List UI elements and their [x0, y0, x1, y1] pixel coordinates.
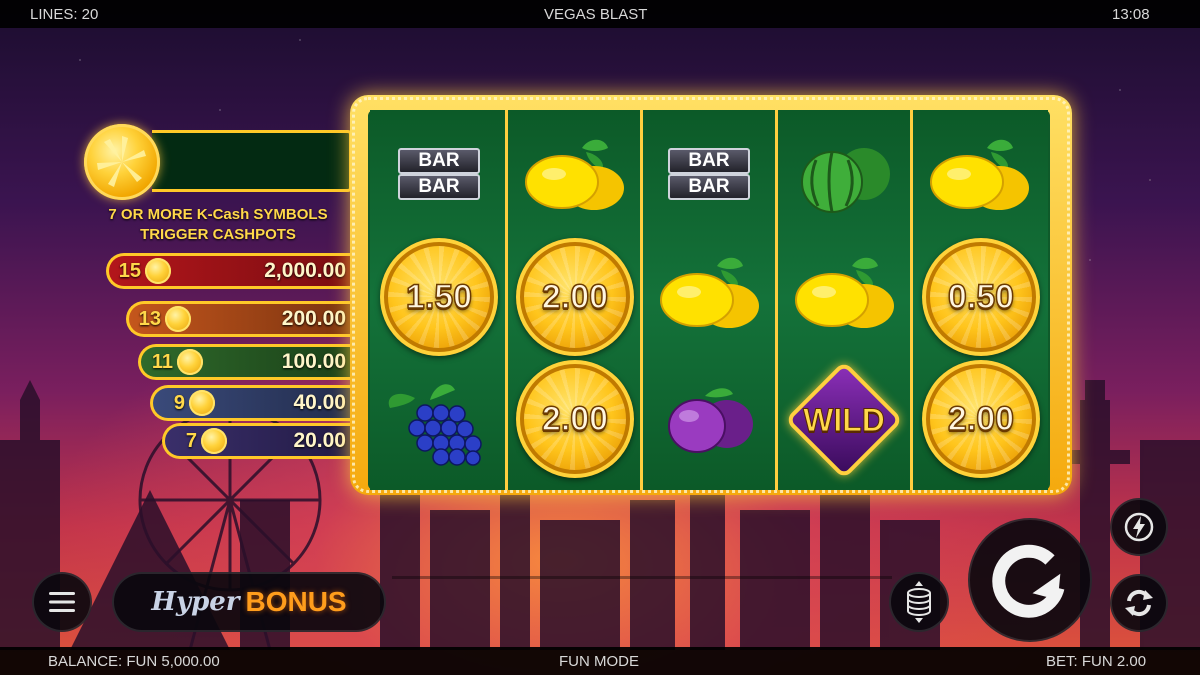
cashpot-tier-11: 11 100.00	[138, 344, 354, 380]
menu-button[interactable]	[32, 572, 92, 632]
k-cash-coin-icon	[177, 349, 203, 375]
cashpot-tier-9: 9 40.00	[150, 385, 354, 421]
bar-bar-symbol: BAR BAR	[375, 130, 503, 248]
coin-stack-icon	[907, 581, 931, 623]
mode-label: FUN MODE	[559, 653, 639, 670]
control-divider	[392, 576, 892, 579]
cashpot-value: 20.00	[293, 429, 346, 452]
coin-value: 2.00	[947, 399, 1015, 439]
cashpot-count: 15	[118, 259, 141, 282]
k-cash-coin-icon	[145, 258, 171, 284]
wild-label: WILD	[803, 402, 886, 439]
bet-label: BET: FUN 2.00	[1046, 653, 1147, 670]
bet-button[interactable]	[889, 572, 949, 632]
cashpot-tier-13: 13 200.00	[126, 301, 354, 337]
cashpot-caption-line1: 7 OR MORE K-Cash SYMBOLS	[108, 206, 328, 223]
hamburger-menu-icon	[49, 592, 75, 612]
k-cash-coin-icon	[189, 390, 215, 416]
coin-value: 1.50	[405, 277, 473, 317]
cashpot-caption-line2: TRIGGER CASHPOTS	[140, 226, 296, 243]
bar-label: BAR	[668, 148, 750, 174]
lemon-symbol	[525, 139, 624, 210]
bar-label: BAR	[668, 174, 750, 200]
lemon-symbol	[660, 257, 759, 328]
spin-button[interactable]	[968, 518, 1092, 642]
plum-symbol	[668, 388, 753, 453]
cashpot-caption: 7 OR MORE K-Cash SYMBOLS TRIGGER CASHPOT…	[88, 205, 348, 245]
reel-divider	[910, 110, 913, 490]
k-cash-coin-symbol: 2.00	[510, 360, 638, 478]
spin-arrow-icon	[992, 544, 1065, 618]
cashpot-tier-7: 7 20.00	[162, 423, 354, 459]
cashpot-count: 13	[138, 307, 161, 330]
autoplay-arrows-icon	[1125, 589, 1153, 617]
hyper-bonus-button[interactable]: Hyper BONUS	[112, 572, 386, 632]
cashpot-value: 40.00	[293, 391, 346, 414]
wild-symbol: WILD	[780, 360, 908, 488]
watermelon-symbol	[801, 148, 890, 213]
turbo-button[interactable]	[1110, 498, 1168, 556]
autoplay-button[interactable]	[1110, 574, 1168, 632]
lemon-symbol	[930, 139, 1029, 210]
reel-divider	[775, 110, 778, 490]
grapes-symbol	[388, 384, 482, 466]
game-stage: LINES: 20 VEGAS BLAST 13:08 7 OR MORE K-…	[0, 0, 1200, 675]
k-cash-coin-symbol: 2.00	[510, 238, 638, 356]
lines-label: LINES: 20	[30, 6, 99, 23]
bar-label: BAR	[398, 174, 480, 200]
bar-bar-symbol: BAR BAR	[645, 130, 773, 248]
bar-label: BAR	[398, 148, 480, 174]
coin-value: 2.00	[541, 277, 609, 317]
cashpot-count: 11	[151, 350, 173, 373]
k-cash-coin-icon	[84, 124, 160, 200]
cashpot-count: 9	[173, 391, 185, 414]
k-cash-coin-symbol: 2.00	[916, 360, 1044, 478]
k-cash-coin-symbol: 1.50	[374, 238, 502, 356]
hyper-bonus-label-part2: BONUS	[245, 586, 347, 617]
reel-divider	[640, 110, 643, 490]
lemon-symbol	[795, 257, 894, 328]
top-info-bar: LINES: 20 VEGAS BLAST 13:08	[0, 0, 1200, 28]
coin-value: 0.50	[947, 277, 1015, 317]
k-cash-coin-icon	[201, 428, 227, 454]
cashpot-display-box	[152, 130, 352, 192]
reel-divider	[505, 110, 508, 490]
game-title: VEGAS BLAST	[544, 6, 648, 23]
cashpot-value: 200.00	[281, 307, 346, 330]
cashpot-value: 2,000.00	[264, 259, 346, 282]
k-cash-coin-symbol: 0.50	[916, 238, 1044, 356]
balance-label: BALANCE: FUN 5,000.00	[48, 653, 220, 670]
cashpot-value: 100.00	[281, 350, 346, 373]
bottom-info-bar: BALANCE: FUN 5,000.00 FUN MODE BET: FUN …	[0, 647, 1200, 675]
coin-value: 2.00	[541, 399, 609, 439]
hyper-bonus-label-part1: Hyper	[151, 587, 240, 617]
lightning-icon	[1124, 512, 1154, 542]
cashpot-tier-15: 15 2,000.00	[106, 253, 354, 289]
clock: 13:08	[1112, 6, 1150, 23]
cashpot-count: 7	[185, 429, 197, 452]
k-cash-coin-icon	[165, 306, 191, 332]
